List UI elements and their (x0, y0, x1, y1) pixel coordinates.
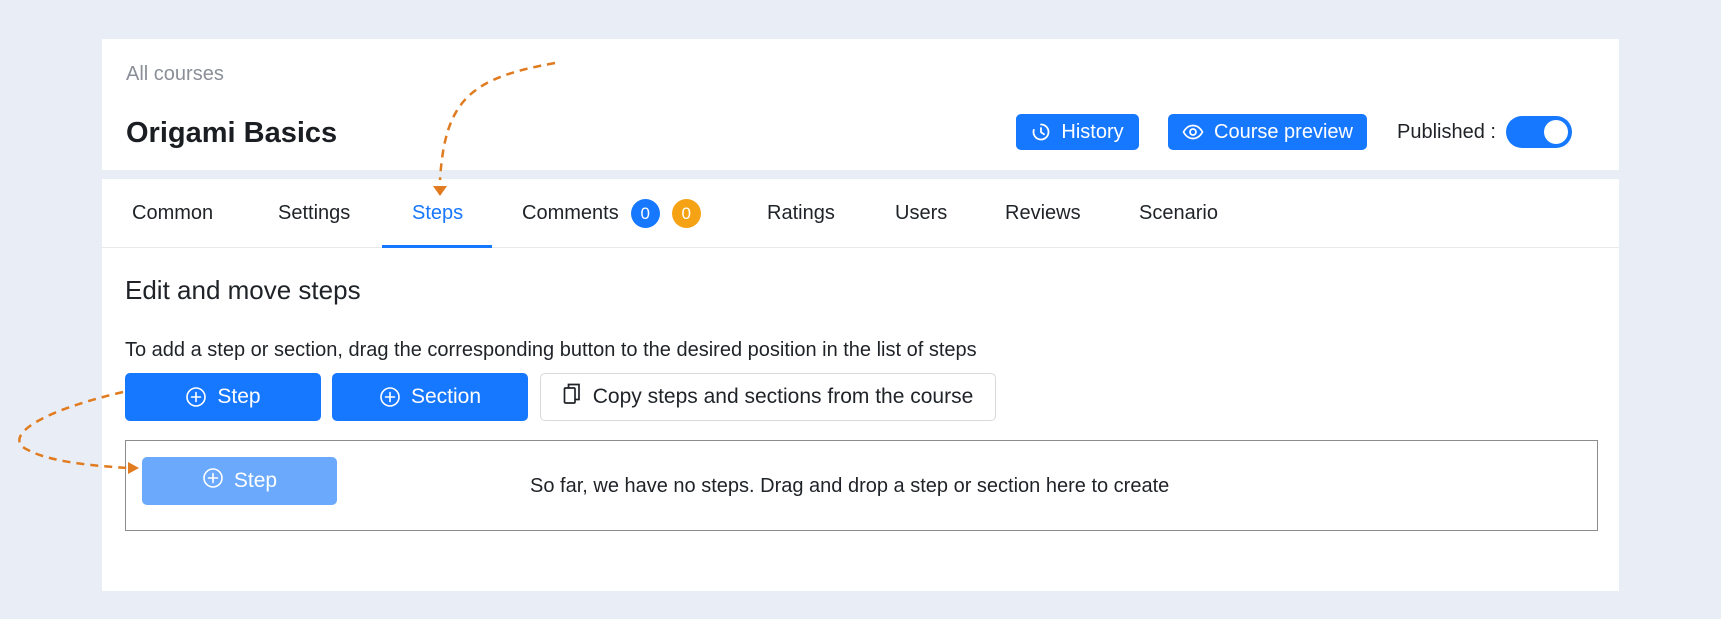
course-preview-button[interactable]: Course preview (1168, 114, 1367, 150)
add-step-label: Step (217, 385, 261, 408)
copy-steps-button[interactable]: Copy steps and sections from the course (540, 373, 996, 421)
add-step-button[interactable]: Step (125, 373, 321, 421)
tab-common-label: Common (132, 202, 214, 224)
steps-drop-zone[interactable]: Step So far, we have no steps. Drag and … (125, 440, 1598, 531)
plus-circle-icon (185, 386, 207, 408)
empty-steps-message: So far, we have no steps. Drag and drop … (530, 475, 1170, 497)
toggle-knob (1544, 120, 1568, 144)
course-preview-label: Course preview (1214, 120, 1353, 143)
plus-circle-icon (379, 386, 401, 408)
tab-reviews-label: Reviews (1005, 202, 1081, 224)
published-toggle[interactable] (1506, 116, 1572, 148)
published-label: Published : (1397, 121, 1496, 143)
section-title: Edit and move steps (125, 275, 361, 305)
tab-ratings[interactable]: Ratings (767, 179, 835, 248)
history-button[interactable]: History (1016, 114, 1139, 150)
copy-icon (563, 383, 581, 411)
add-section-button[interactable]: Section (332, 373, 528, 421)
course-header: All courses Origami Basics History Cours… (102, 39, 1619, 170)
comments-pending-badge: 0 (671, 199, 701, 228)
tab-bar: Common Settings Steps Comments 0 0 Ratin… (102, 179, 1619, 248)
breadcrumb-all-courses[interactable]: All courses (126, 63, 224, 86)
tab-steps-label: Steps (412, 202, 464, 224)
tab-comments-label: Comments (522, 202, 619, 224)
tab-steps[interactable]: Steps (412, 179, 463, 248)
instruction-text: To add a step or section, drag the corre… (125, 339, 977, 361)
history-label: History (1061, 120, 1124, 143)
copy-steps-label: Copy steps and sections from the course (592, 385, 974, 408)
dragged-step-ghost[interactable]: Step (142, 457, 337, 505)
clock-history-icon (1031, 122, 1051, 142)
tab-scenario-label: Scenario (1139, 202, 1218, 224)
tab-settings[interactable]: Settings (278, 179, 350, 248)
tab-comments[interactable]: Comments 0 0 (522, 179, 701, 248)
page-title: Origami Basics (126, 117, 338, 149)
comments-count-badge: 0 (630, 199, 660, 228)
tab-scenario[interactable]: Scenario (1139, 179, 1218, 248)
course-content: Common Settings Steps Comments 0 0 Ratin… (102, 179, 1619, 591)
tab-users-label: Users (895, 202, 948, 224)
active-tab-indicator (382, 245, 492, 248)
tab-reviews[interactable]: Reviews (1005, 179, 1081, 248)
ghost-step-label: Step (233, 469, 278, 492)
tab-users[interactable]: Users (895, 179, 947, 248)
tab-ratings-label: Ratings (767, 202, 835, 224)
plus-circle-icon (202, 467, 224, 495)
tab-settings-label: Settings (278, 202, 351, 224)
eye-icon (1182, 124, 1204, 140)
tab-common[interactable]: Common (132, 179, 213, 248)
add-section-label: Section (410, 385, 482, 408)
